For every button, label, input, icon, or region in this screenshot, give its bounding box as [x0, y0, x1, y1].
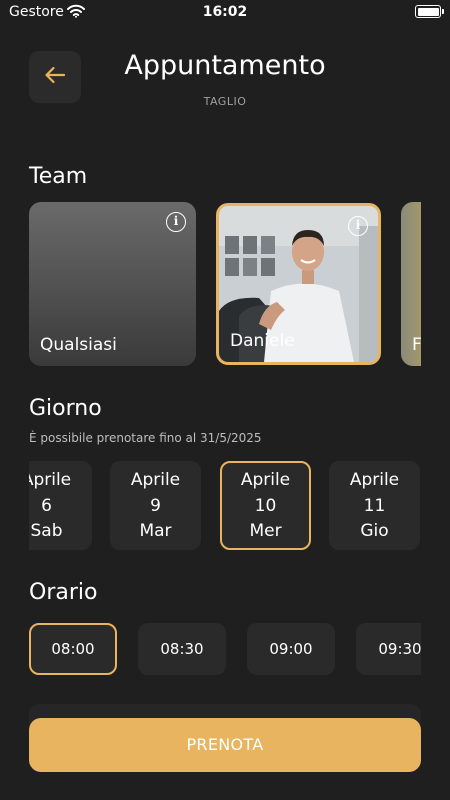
- day-date: 9: [150, 495, 161, 516]
- book-button[interactable]: PRENOTA: [29, 718, 421, 772]
- info-icon[interactable]: i: [166, 212, 186, 232]
- day-card[interactable]: Aprile 6 Sab: [29, 461, 92, 550]
- team-carousel[interactable]: i Qualsiasi i Daniele F: [29, 202, 421, 368]
- time-carousel[interactable]: 08:00 08:30 09:00 09:30: [29, 622, 421, 678]
- team-section-title: Team: [29, 164, 88, 189]
- team-card-daniele[interactable]: i Daniele: [216, 203, 381, 365]
- day-weekday: Mar: [139, 521, 172, 541]
- day-weekday: Sab: [30, 521, 63, 541]
- page-title: Appuntamento: [124, 50, 326, 81]
- info-icon[interactable]: i: [348, 216, 368, 236]
- day-section-title: Giorno: [29, 396, 102, 421]
- time-section-title: Orario: [29, 580, 98, 605]
- clock: 16:02: [202, 4, 248, 20]
- booking-limit-note: È possibile prenotare fino al 31/5/2025: [29, 431, 262, 445]
- team-card-any[interactable]: i Qualsiasi: [29, 202, 196, 366]
- day-month: Aprile: [130, 470, 181, 490]
- day-card[interactable]: Aprile 9 Mar: [110, 461, 201, 550]
- day-month: Aprile: [349, 470, 400, 490]
- time-slot[interactable]: 09:00: [247, 623, 335, 675]
- team-member-name: F: [412, 335, 421, 355]
- team-member-name: Qualsiasi: [40, 335, 117, 355]
- day-card[interactable]: Aprile 11 Gio: [329, 461, 420, 550]
- status-bar: Gestore 16:02: [0, 0, 450, 26]
- service-subtitle: TAGLIO: [203, 95, 247, 108]
- day-date: 11: [363, 495, 386, 516]
- time-slot[interactable]: 08:30: [138, 623, 226, 675]
- day-weekday: Gio: [360, 521, 389, 541]
- day-month: Aprile: [240, 470, 291, 490]
- day-card-selected[interactable]: Aprile 10 Mer: [220, 461, 311, 550]
- day-carousel[interactable]: Aprile 6 Sab Aprile 9 Mar Aprile 10 Mer …: [29, 460, 421, 552]
- battery-icon: [415, 5, 444, 18]
- team-member-name: Daniele: [230, 331, 295, 351]
- time-slot-selected[interactable]: 08:00: [29, 623, 117, 675]
- day-date: 6: [41, 495, 52, 516]
- time-slot[interactable]: 09:30: [356, 623, 421, 675]
- day-month: Aprile: [29, 470, 72, 490]
- day-weekday: Mer: [249, 521, 282, 541]
- team-card-next[interactable]: F: [401, 202, 421, 366]
- day-date: 10: [254, 495, 277, 516]
